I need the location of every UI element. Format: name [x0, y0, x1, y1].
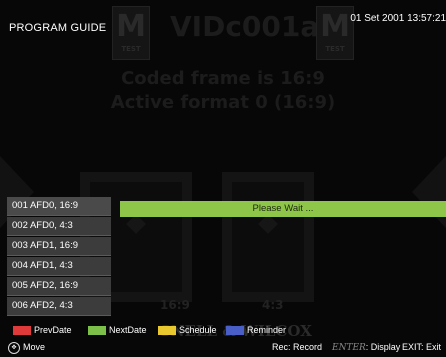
channel-row-002[interactable]: 002 AFD0, 4:3 [7, 217, 111, 236]
display-hint: ENTER: Display [332, 341, 400, 354]
test-logo-sublabel: TEST [121, 45, 141, 53]
green-key-icon [88, 326, 106, 336]
yellow-key-legend[interactable]: Schedule [158, 324, 217, 336]
test-logo-letter: M [116, 9, 146, 44]
coded-frame-text: Coded frame is 16:9 [121, 68, 325, 89]
channel-row-003[interactable]: 003 AFD1, 16:9 [7, 237, 111, 256]
channel-row-001[interactable]: 001 AFD0, 16:9 [7, 197, 111, 216]
tv-diamond [258, 214, 278, 234]
record-hint: Rec: Record [272, 342, 323, 352]
please-wait-banner: Please Wait ... [120, 201, 446, 217]
clock-datetime: 01 Set 2001 13:57:21 [350, 13, 446, 24]
move-label: Move [23, 342, 46, 352]
page-title: PROGRAM GUIDE [9, 22, 107, 34]
green-key-label: NextDate [109, 325, 147, 335]
yellow-key-icon [158, 326, 176, 336]
green-key-legend[interactable]: NextDate [88, 324, 147, 336]
channel-row-004[interactable]: 004 AFD1, 4:3 [7, 257, 111, 276]
test-logo-letter: M [320, 9, 350, 44]
channel-list: 001 AFD0, 16:9 002 AFD0, 4:3 003 AFD1, 1… [7, 197, 111, 317]
exit-hint: EXIT: Exit [402, 342, 442, 352]
blue-key-legend[interactable]: Reminder [226, 324, 286, 336]
tv-4x3-graphic [222, 172, 314, 302]
active-format-text: Active format 0 (16:9) [110, 92, 336, 113]
stream-name: VIDc001a [170, 10, 320, 43]
program-guide-screen: M TEST VIDc001a M TEST Coded frame is 16… [0, 0, 446, 357]
test-logo-left: M TEST [112, 6, 150, 60]
right-tv-label: 4:3 [262, 298, 284, 312]
yellow-key-label: Schedule [179, 325, 217, 335]
left-tv-label: 16:9 [160, 298, 190, 312]
blue-key-label: Reminder [247, 325, 287, 335]
test-logo-right: M TEST [316, 6, 354, 60]
move-hint: ✥ Move [8, 341, 45, 354]
channel-row-005[interactable]: 005 AFD2, 16:9 [7, 277, 111, 296]
red-key-icon [13, 326, 31, 336]
right-arrow-shape [412, 156, 446, 228]
red-key-label: PrevDate [34, 325, 72, 335]
channel-row-006[interactable]: 006 AFD2, 4:3 [7, 297, 111, 316]
red-key-legend[interactable]: PrevDate [13, 324, 72, 336]
test-logo-sublabel: TEST [325, 45, 345, 53]
tv-diamond [126, 214, 146, 234]
blue-key-icon [226, 326, 244, 336]
display-label: : Display [365, 342, 401, 352]
navigation-arrows-icon: ✥ [8, 341, 20, 354]
enter-key-label: ENTER [332, 343, 366, 353]
